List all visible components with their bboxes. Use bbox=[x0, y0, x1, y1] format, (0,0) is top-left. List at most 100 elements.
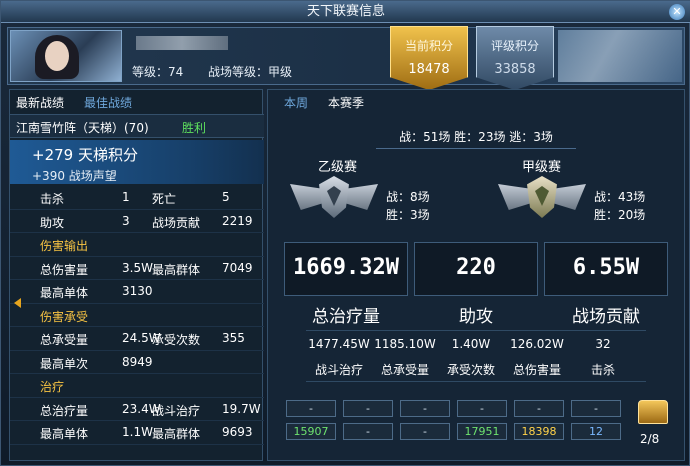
detail-value: 1477.45W bbox=[308, 337, 370, 351]
stat-label: 最高单体 bbox=[40, 286, 89, 300]
stats-row: 伤害承受 bbox=[10, 304, 264, 327]
ladder-points: +279 天梯积分 bbox=[32, 146, 138, 164]
stats-row: 总伤害量 3.5W 最高群体 7049 bbox=[10, 257, 264, 280]
level-text: 等级：74 bbox=[132, 65, 184, 79]
stat-label: 总承受量 bbox=[40, 333, 89, 347]
division-b-battles: 战：8场 bbox=[386, 190, 430, 204]
detail-value: 126.02W bbox=[510, 337, 564, 351]
total-heal-box: 1669.32W bbox=[284, 242, 408, 296]
treasure-chest-icon[interactable] bbox=[638, 400, 668, 424]
stat-label: 战场贡献 bbox=[152, 215, 201, 230]
stat-label: 助攻 bbox=[40, 215, 65, 230]
stat-label: 击杀 bbox=[40, 192, 65, 206]
reward-slot-bottom[interactable]: 12 bbox=[571, 423, 621, 440]
battle-result: 胜利 bbox=[182, 121, 207, 135]
stat-value: 3 bbox=[122, 213, 130, 228]
season-panel: 本周 本赛季 战：51场 胜：23场 逃：3场 乙级赛 战：8场 胜：3场 甲级… bbox=[267, 89, 685, 461]
current-score-badge: 当前积分 18478 bbox=[390, 26, 468, 90]
division-a-wins: 胜：20场 bbox=[594, 208, 646, 222]
rank-score-value: 33858 bbox=[494, 62, 536, 77]
rank-score-label: 评级积分 bbox=[490, 39, 539, 53]
header-decoration bbox=[558, 30, 682, 82]
stats-row: 总承受量 24.5W 承受次数 355 bbox=[10, 327, 264, 351]
current-score-value: 18478 bbox=[408, 62, 450, 77]
battle-name: 江南雪竹阵（天梯）(70) bbox=[16, 121, 149, 135]
window-title: 天下联赛信息 bbox=[306, 4, 385, 19]
detail-stats: 1477.45W 战斗治疗 1185.10W 总承受量 1.40W 承受次数 126.02W… bbox=[306, 330, 646, 382]
battle-level-text: 战场等级：甲级 bbox=[208, 65, 293, 79]
division-b-wins: 胜：3场 bbox=[386, 208, 430, 222]
division-b-emblem-icon bbox=[286, 176, 382, 226]
division-b-title: 乙级赛 bbox=[318, 160, 358, 175]
reward-slot-top[interactable]: - bbox=[400, 400, 450, 417]
reward-slot-bottom[interactable]: 15907 bbox=[286, 423, 336, 440]
detail-label: 总伤害量 bbox=[512, 363, 561, 377]
stat-value: 7049 bbox=[222, 260, 253, 275]
stat-label: 战斗治疗 bbox=[152, 403, 201, 418]
current-score-label: 当前积分 bbox=[404, 39, 453, 53]
detail-label: 总承受量 bbox=[380, 363, 429, 377]
page-indicator: 2/8 bbox=[640, 432, 660, 446]
total-heal-value: 1669.32W bbox=[293, 255, 399, 280]
division-a-emblem-icon bbox=[494, 176, 590, 226]
rank-score-badge: 评级积分 33858 bbox=[476, 26, 554, 90]
detail-value: 32 bbox=[595, 337, 611, 351]
contribution-box: 6.55W bbox=[544, 242, 668, 296]
stat-label: 最高单次 bbox=[40, 356, 89, 371]
stats-row: 治疗 bbox=[10, 374, 264, 398]
reward-slot-top[interactable]: - bbox=[457, 400, 507, 417]
stat-label: 最高单体 bbox=[40, 427, 89, 441]
stats-row: 最高单次 8949 bbox=[10, 351, 264, 374]
player-name-blurred bbox=[136, 36, 228, 50]
battle-reputation: +390 战场声望 bbox=[32, 169, 117, 183]
stats-row: 最高单体 1.1W 最高群体 9693 bbox=[10, 421, 264, 445]
contribution-label: 战场贡献 bbox=[572, 307, 640, 327]
stat-label: 承受次数 bbox=[152, 333, 201, 347]
detail-value: 1185.10W bbox=[374, 337, 436, 351]
stats-section-title: 伤害承受 bbox=[40, 309, 89, 324]
reward-slot-top[interactable]: - bbox=[343, 400, 393, 417]
contribution-value: 6.55W bbox=[572, 255, 640, 280]
assist-label: 助攻 bbox=[459, 307, 493, 327]
avatar-face bbox=[45, 41, 69, 71]
stat-value: 8949 bbox=[122, 354, 153, 369]
stat-value: 19.7W bbox=[222, 401, 261, 416]
stats-row: 伤害输出 bbox=[10, 233, 264, 257]
assist-value: 220 bbox=[456, 255, 496, 280]
latest-record-panel: 最新战绩 最佳战绩 江南雪竹阵（天梯）(70) 胜利 +279 天梯积分 +39… bbox=[9, 89, 264, 461]
stats-row: 助攻 3 战场贡献 2219 bbox=[10, 210, 264, 233]
reward-slot-bottom[interactable]: - bbox=[343, 423, 393, 440]
stat-value: 1 bbox=[122, 190, 130, 204]
reward-slot-bottom[interactable]: 17951 bbox=[457, 423, 507, 440]
stats-row: 击杀 1 死亡 5 bbox=[10, 186, 264, 210]
reward-slot-top[interactable]: - bbox=[571, 400, 621, 417]
battle-stats: 击杀 1 死亡 5 助攻 3 战场贡献 2219 伤害输出 总伤害量 3.5W 最高群体 7049 最高单… bbox=[10, 186, 264, 445]
reward-slot-top[interactable]: - bbox=[286, 400, 336, 417]
division-a-title: 甲级赛 bbox=[522, 160, 562, 175]
stat-label: 死亡 bbox=[152, 192, 177, 206]
detail-label: 战斗治疗 bbox=[314, 363, 363, 377]
division-a-battles: 战：43场 bbox=[594, 190, 646, 204]
stats-section-title: 伤害输出 bbox=[40, 239, 89, 253]
tab-best-record[interactable]: 最佳战绩 bbox=[84, 94, 132, 111]
collapse-arrow-icon[interactable] bbox=[14, 298, 21, 308]
stat-label: 总伤害量 bbox=[40, 262, 89, 277]
league-info-window: 天下联赛信息 ✕ 等级：74 战场等级：甲级 当前积分 18478 评级积分 3… bbox=[0, 0, 690, 466]
stats-section-title: 治疗 bbox=[40, 380, 65, 394]
stat-value: 5 bbox=[222, 190, 230, 204]
assist-box: 220 bbox=[414, 242, 538, 296]
record-tabs: 最新战绩 最佳战绩 bbox=[10, 90, 264, 112]
title-bar: 天下联赛信息 ✕ bbox=[1, 1, 690, 23]
reward-slot-bottom[interactable]: 18398 bbox=[514, 423, 564, 440]
tab-this-week[interactable]: 本周 bbox=[284, 94, 308, 111]
tab-this-season[interactable]: 本赛季 bbox=[328, 94, 364, 111]
tab-latest-record[interactable]: 最新战绩 bbox=[16, 94, 64, 111]
reward-slot-top[interactable]: - bbox=[514, 400, 564, 417]
detail-value: 1.40W bbox=[451, 337, 491, 351]
period-tabs: 本周 本赛季 bbox=[268, 90, 522, 112]
stats-row: 最高单体 3130 bbox=[10, 280, 264, 304]
detail-label: 击杀 bbox=[590, 363, 615, 377]
stat-value: 3.5W bbox=[122, 260, 153, 275]
reward-slot-bottom[interactable]: - bbox=[400, 423, 450, 440]
close-icon[interactable]: ✕ bbox=[669, 4, 685, 20]
